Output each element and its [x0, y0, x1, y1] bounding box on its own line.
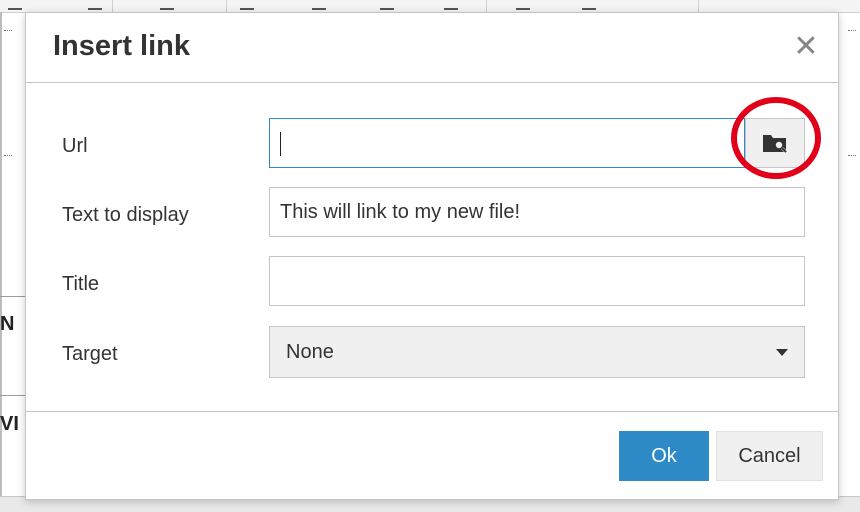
toolbar-button[interactable]	[380, 0, 394, 10]
title-input[interactable]	[269, 256, 805, 306]
editor-dotted-mark	[848, 30, 856, 32]
url-label: Url	[62, 135, 88, 157]
target-selected-value: None	[286, 341, 334, 363]
editor-cell-text: N	[0, 313, 15, 335]
editor-dotted-mark	[848, 155, 856, 157]
toolbar-separator	[486, 0, 487, 12]
browse-files-button[interactable]	[745, 118, 805, 168]
editor-table-line	[0, 395, 26, 396]
toolbar-button[interactable]	[516, 0, 530, 10]
title-label: Title	[62, 273, 100, 295]
toolbar-separator	[112, 0, 113, 12]
chevron-down-icon	[776, 349, 788, 356]
toolbar-button[interactable]	[160, 0, 174, 10]
ok-button[interactable]: Ok	[619, 431, 709, 481]
text-cursor	[280, 131, 281, 156]
toolbar-button[interactable]	[88, 0, 102, 10]
close-icon[interactable]: ✕	[792, 32, 820, 62]
toolbar-button[interactable]	[240, 0, 254, 10]
text-to-display-input[interactable]: This will link to my new file!	[269, 187, 805, 237]
editor-table-line	[0, 296, 26, 297]
url-input[interactable]	[269, 118, 745, 168]
editor-dotted-mark	[4, 30, 12, 32]
folder-search-icon	[763, 135, 788, 154]
text-to-display-label: Text to display	[62, 204, 189, 226]
toolbar-separator	[226, 0, 227, 12]
toolbar-button[interactable]	[582, 0, 596, 10]
toolbar-separator	[698, 0, 699, 12]
dialog-title: Insert link	[53, 30, 190, 62]
editor-cell-text: VI	[0, 413, 19, 435]
toolbar-button[interactable]	[444, 0, 458, 10]
editor-frame-left	[0, 12, 2, 511]
target-select[interactable]: None	[269, 326, 805, 378]
cancel-button[interactable]: Cancel	[716, 431, 823, 481]
dialog-header: Insert link ✕	[26, 13, 838, 83]
insert-link-dialog: Insert link ✕ Url Text to display This w…	[25, 12, 839, 500]
target-label: Target	[62, 343, 118, 365]
toolbar-button[interactable]	[312, 0, 326, 10]
toolbar-button[interactable]	[8, 0, 22, 10]
editor-dotted-mark	[4, 155, 12, 157]
